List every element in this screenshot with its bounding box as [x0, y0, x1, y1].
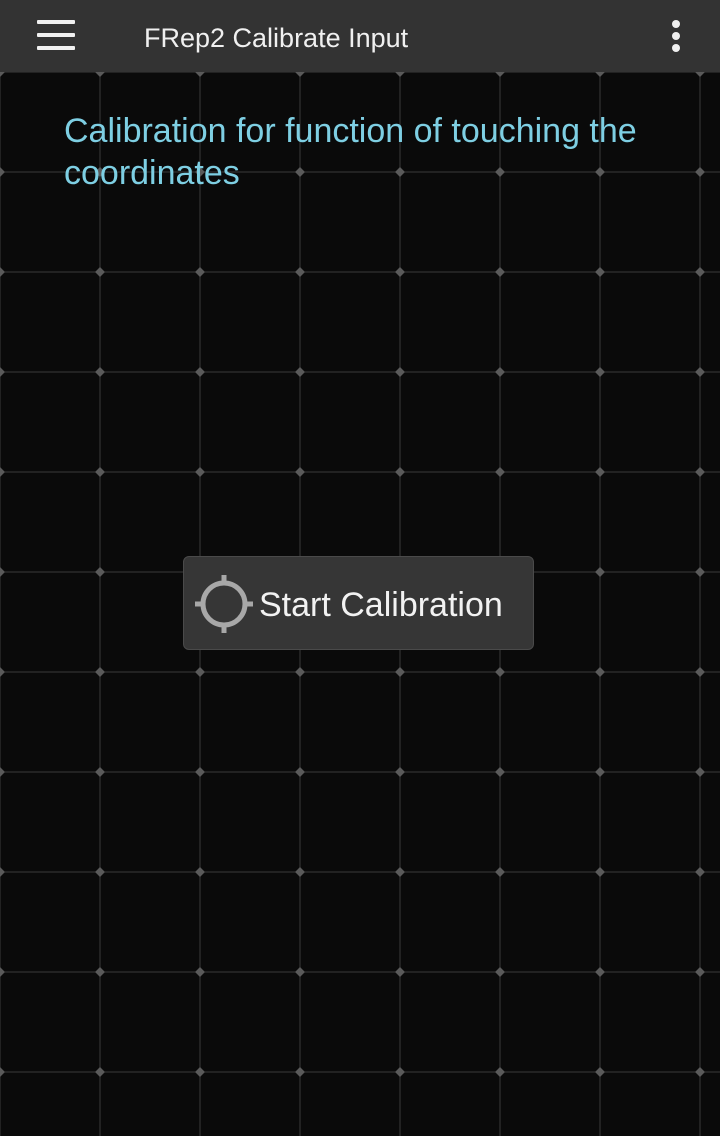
calibration-description: Calibration for function of touching the… [64, 112, 637, 192]
start-calibration-label: Start Calibration [259, 586, 503, 624]
hamburger-menu-icon[interactable] [26, 14, 86, 58]
more-vertical-icon[interactable] [656, 12, 696, 60]
app-bar: FRep2 Calibrate Input [0, 0, 720, 72]
app-title: FRep2 Calibrate Input [144, 23, 409, 53]
screen: FRep2 Calibrate Input Calibration for fu… [0, 0, 720, 1136]
start-calibration-button[interactable]: Start Calibration [183, 556, 534, 650]
crosshair-icon [194, 574, 254, 634]
